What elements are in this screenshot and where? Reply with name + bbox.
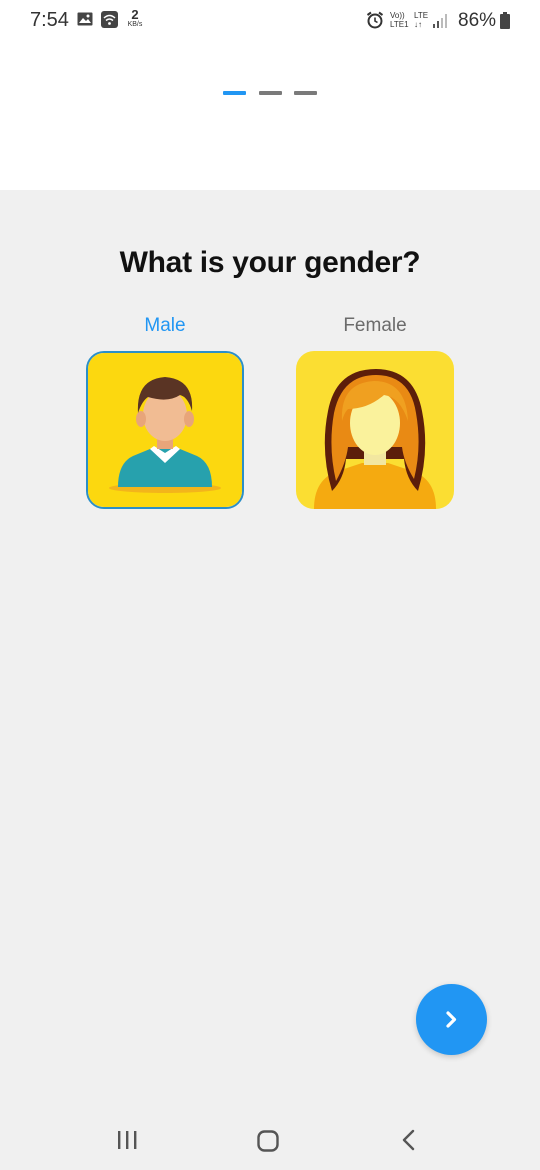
progress-step-2 xyxy=(259,91,282,95)
gender-question-title: What is your gender? xyxy=(119,246,421,279)
male-avatar-icon xyxy=(88,353,242,507)
progress-step-3 xyxy=(294,91,317,95)
female-avatar-icon xyxy=(296,351,454,509)
progress-step-1 xyxy=(223,91,246,95)
volte-indicator: Vo)) LTE1 xyxy=(390,11,409,29)
status-bar: 7:54 2 KB/s Vo)) LTE1 LTE ↓↑ 86% xyxy=(0,0,540,44)
volte-bottom-text: LTE1 xyxy=(390,20,409,29)
wifi-icon xyxy=(101,11,118,33)
status-time: 7:54 xyxy=(30,9,69,31)
back-icon[interactable] xyxy=(398,1129,420,1156)
signal-icon xyxy=(432,13,448,33)
alarm-icon xyxy=(366,11,384,34)
data-rate-indicator: 2 KB/s xyxy=(124,8,146,28)
male-option-tile[interactable] xyxy=(86,351,244,509)
recent-apps-icon[interactable] xyxy=(116,1129,138,1156)
battery-icon xyxy=(500,12,510,34)
male-option-label[interactable]: Male xyxy=(86,315,244,337)
female-option-tile[interactable] xyxy=(296,351,454,509)
gallery-icon xyxy=(77,12,93,31)
home-icon[interactable] xyxy=(256,1129,280,1158)
lte-top-text: LTE xyxy=(414,11,429,20)
volte-top-text: Vo)) xyxy=(390,11,405,20)
female-option-label[interactable]: Female xyxy=(296,315,454,337)
data-rate-unit: KB/s xyxy=(127,21,143,28)
battery-percent: 86% xyxy=(458,10,497,31)
chevron-right-icon xyxy=(446,1011,457,1028)
next-button[interactable] xyxy=(416,984,487,1055)
data-rate-value: 2 xyxy=(131,7,139,22)
lte-indicator: LTE ↓↑ xyxy=(414,11,428,29)
system-navigation-bar xyxy=(0,1110,540,1170)
lte-bottom-text: ↓↑ xyxy=(414,20,422,29)
